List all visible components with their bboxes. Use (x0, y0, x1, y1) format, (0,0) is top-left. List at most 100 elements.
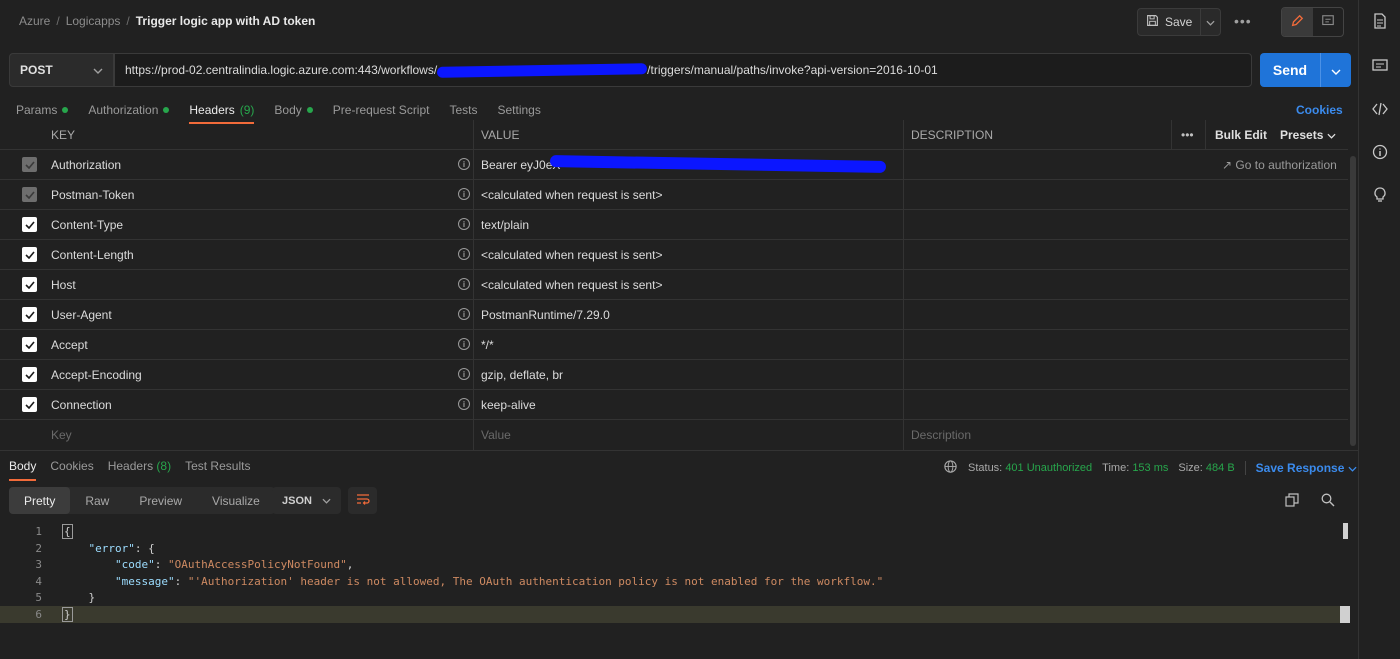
method-select[interactable]: POST (9, 53, 114, 87)
presets-button[interactable]: Presets (1280, 128, 1336, 142)
tab-tests[interactable]: Tests (449, 102, 477, 118)
info-icon[interactable] (1372, 144, 1388, 160)
header-value[interactable]: Bearer eyJ0eX (481, 158, 560, 172)
row-checkbox[interactable] (22, 307, 37, 322)
tab-label: Tests (449, 103, 478, 117)
view-visualize[interactable]: Visualize (197, 487, 275, 514)
comments-icon[interactable] (1372, 58, 1388, 74)
tab-response-headers[interactable]: Headers (8) (108, 459, 171, 481)
new-description-input[interactable]: Description (911, 428, 971, 442)
new-key-input[interactable]: Key (51, 428, 72, 442)
tab-response-cookies[interactable]: Cookies (50, 459, 93, 481)
tab-label: Headers (189, 103, 235, 117)
breadcrumb-item-logicapps[interactable]: Logicapps (66, 14, 121, 28)
line-number: 6 (35, 608, 42, 621)
header-key[interactable]: Postman-Token (51, 188, 134, 202)
header-value[interactable]: PostmanRuntime/7.29.0 (481, 308, 610, 322)
format-select[interactable]: JSON (272, 487, 341, 514)
view-preview[interactable]: Preview (124, 487, 197, 514)
editor-cursor-marker (1340, 606, 1350, 623)
view-pretty[interactable]: Pretty (9, 487, 71, 514)
header-key[interactable]: Content-Type (51, 218, 123, 232)
header-key[interactable]: Accept (51, 338, 88, 352)
table-row: Host i <calculated when request is sent> (0, 270, 1348, 300)
comment-mode-button[interactable] (1313, 8, 1344, 36)
status-dot (62, 107, 69, 113)
header-key[interactable]: Content-Length (51, 248, 134, 262)
header-key[interactable]: Accept-Encoding (51, 368, 142, 382)
header-key[interactable]: User-Agent (51, 308, 112, 322)
send-button[interactable]: Send (1260, 62, 1320, 78)
tab-test-results[interactable]: Test Results (185, 459, 250, 481)
save-options-button[interactable] (1201, 15, 1220, 29)
cookies-link[interactable]: Cookies (1296, 103, 1343, 117)
row-checkbox[interactable] (22, 337, 37, 352)
info-icon[interactable]: i (458, 368, 470, 380)
save-response-button[interactable]: Save Response (1256, 461, 1357, 475)
info-icon[interactable]: i (458, 218, 470, 230)
vertical-scrollbar[interactable] (1350, 156, 1356, 446)
tab-label: Authorization (88, 103, 159, 117)
row-checkbox[interactable] (22, 157, 37, 172)
info-icon[interactable]: i (458, 398, 470, 410)
more-options-button[interactable]: ••• (1234, 13, 1252, 29)
wrap-lines-button[interactable] (348, 487, 377, 514)
column-divider (1171, 120, 1172, 150)
go-to-authorization-link[interactable]: ↗ Go to authorization (1222, 158, 1337, 172)
view-raw[interactable]: Raw (70, 487, 124, 514)
header-value[interactable]: keep-alive (481, 398, 536, 412)
bulk-edit-button[interactable]: Bulk Edit (1215, 128, 1267, 142)
json-string: "OAuthAccessPolicyNotFound" (167, 558, 347, 571)
request-title[interactable]: Trigger logic app with AD token (136, 14, 316, 28)
row-checkbox[interactable] (22, 247, 37, 262)
send-options-button[interactable] (1320, 53, 1351, 87)
tab-settings[interactable]: Settings (498, 102, 541, 118)
edit-mode-button[interactable] (1282, 8, 1313, 36)
row-checkbox[interactable] (22, 277, 37, 292)
url-input[interactable]: https://prod-02.centralindia.logic.azure… (114, 53, 1252, 87)
status-dot (306, 107, 313, 113)
info-icon[interactable]: i (458, 338, 470, 350)
row-checkbox[interactable] (22, 397, 37, 412)
tab-pre-request-script[interactable]: Pre-request Script (333, 102, 430, 118)
header-value[interactable]: */* (481, 338, 494, 352)
column-options-button[interactable]: ••• (1181, 128, 1194, 142)
copy-icon[interactable] (1285, 493, 1299, 510)
tab-headers[interactable]: Headers (9) (189, 102, 255, 124)
documentation-icon[interactable] (1372, 13, 1388, 29)
tab-label: Settings (497, 103, 541, 117)
header-value[interactable]: gzip, deflate, br (481, 368, 563, 382)
row-checkbox[interactable] (22, 217, 37, 232)
header-value[interactable]: <calculated when request is sent> (481, 248, 662, 262)
column-divider (903, 120, 904, 450)
tab-body[interactable]: Body (274, 102, 313, 118)
row-checkbox[interactable] (22, 187, 37, 202)
code-text: "error": { (62, 542, 155, 555)
lightbulb-icon[interactable] (1372, 187, 1388, 203)
info-icon[interactable]: i (458, 248, 470, 260)
status-value: 401 Unauthorized (1005, 462, 1093, 474)
comment-icon (1321, 14, 1335, 31)
save-label: Save (1165, 15, 1193, 29)
info-icon[interactable]: i (458, 158, 470, 170)
info-icon[interactable]: i (458, 308, 470, 320)
row-checkbox[interactable] (22, 367, 37, 382)
header-value[interactable]: <calculated when request is sent> (481, 188, 662, 202)
column-header-key: KEY (51, 128, 76, 142)
info-icon[interactable]: i (458, 188, 470, 200)
info-icon[interactable]: i (458, 278, 470, 290)
search-icon[interactable] (1321, 493, 1335, 510)
header-key[interactable]: Connection (51, 398, 112, 412)
tab-params[interactable]: Params (16, 102, 69, 118)
tab-authorization[interactable]: Authorization (88, 102, 170, 118)
new-value-input[interactable]: Value (481, 428, 511, 442)
save-button[interactable]: Save (1138, 9, 1202, 35)
breadcrumb-item-azure[interactable]: Azure (19, 14, 50, 28)
code-icon[interactable] (1372, 101, 1388, 117)
tab-response-body[interactable]: Body (9, 459, 36, 481)
header-value[interactable]: text/plain (481, 218, 529, 232)
header-key[interactable]: Host (51, 278, 76, 292)
globe-icon[interactable] (943, 459, 958, 477)
header-value[interactable]: <calculated when request is sent> (481, 278, 662, 292)
header-key[interactable]: Authorization (51, 158, 121, 172)
